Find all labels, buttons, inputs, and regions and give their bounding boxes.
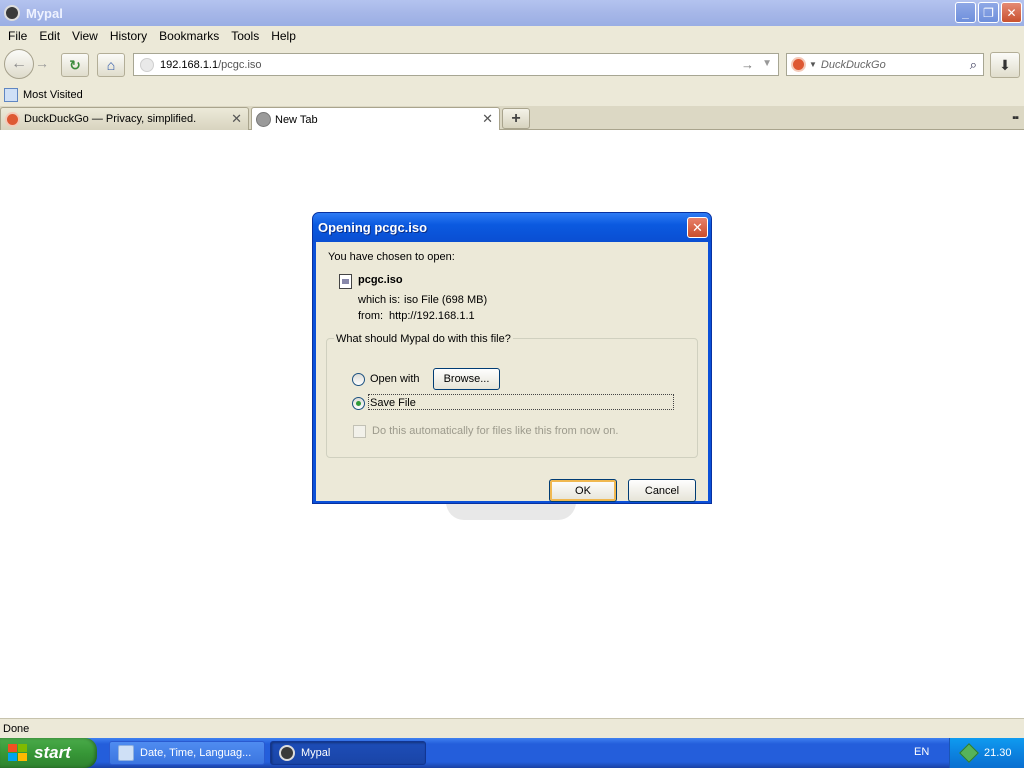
search-placeholder: DuckDuckGo — [820, 58, 886, 71]
menu-help[interactable]: Help — [265, 29, 302, 43]
from-label: from: — [358, 310, 384, 322]
menu-bar: File Edit View History Bookmarks Tools H… — [0, 26, 1024, 46]
new-tab-button[interactable]: + — [502, 108, 530, 129]
window-title: Mypal — [26, 5, 63, 21]
language-indicator[interactable]: EN — [914, 746, 929, 758]
reload-icon: ↻ — [69, 56, 81, 73]
dialog-close-button[interactable]: ✕ — [687, 217, 708, 238]
duckduckgo-icon — [5, 111, 20, 127]
tab-label: DuckDuckGo — Privacy, simplified. — [24, 113, 197, 125]
mypal-icon — [279, 745, 295, 761]
bookmark-folder-icon — [4, 88, 18, 102]
tab-strip: DuckDuckGo — Privacy, simplified. ✕ New … — [0, 106, 1024, 131]
tab-label: New Tab — [275, 113, 318, 126]
auto-action-label: Do this automatically for files like thi… — [372, 425, 619, 437]
downloads-button[interactable]: ⬇ — [990, 52, 1020, 78]
window-titlebar: Mypal _ ❐ ✕ — [0, 0, 1024, 26]
dialog-body: You have chosen to open: pcgc.iso which … — [316, 242, 708, 502]
taskbar-item-label: Mypal — [301, 747, 331, 759]
start-button[interactable]: start — [0, 738, 97, 768]
tab-new-tab[interactable]: New Tab ✕ — [251, 107, 500, 131]
file-icon — [339, 274, 352, 289]
navigation-toolbar: ← → ↻ ⌂ 192.168.1.1/pcgc.iso → ▼ ▼ DuckD… — [0, 46, 1024, 84]
dialog-title: Opening pcgc.iso — [318, 220, 428, 235]
browse-button[interactable]: Browse... — [433, 368, 500, 390]
restore-button[interactable]: ❐ — [978, 2, 999, 23]
home-icon: ⌂ — [106, 57, 116, 73]
control-panel-icon — [118, 745, 134, 761]
bookmark-most-visited[interactable]: Most Visited — [23, 89, 83, 101]
which-is-label: which is: — [358, 294, 401, 306]
clock[interactable]: 21.30 — [984, 747, 1012, 759]
plus-icon: + — [511, 109, 521, 127]
open-with-radio[interactable] — [352, 373, 365, 386]
duckduckgo-icon[interactable] — [791, 57, 806, 72]
network-icon[interactable] — [959, 743, 979, 763]
forward-button[interactable]: → — [35, 55, 49, 71]
minimize-button[interactable]: _ — [955, 2, 976, 23]
mypal-icon — [4, 5, 20, 21]
list-all-tabs-icon[interactable]: ▪▪ — [1012, 112, 1019, 124]
file-name: pcgc.iso — [358, 274, 403, 286]
tab-duckduckgo[interactable]: DuckDuckGo — Privacy, simplified. ✕ — [0, 107, 249, 130]
taskbar-item-label: Date, Time, Languag... — [140, 747, 252, 759]
status-bar: Done — [0, 718, 1024, 738]
page-background-graphic — [446, 502, 576, 520]
save-file-radio[interactable] — [352, 397, 365, 410]
site-identity-icon[interactable] — [140, 57, 154, 72]
home-button[interactable]: ⌂ — [97, 53, 125, 77]
status-text: Done — [3, 722, 30, 735]
file-type-value: iso File (698 MB) — [404, 294, 488, 306]
download-icon: ⬇ — [999, 56, 1011, 73]
history-dropdown-icon[interactable]: ▼ — [762, 58, 772, 69]
address-bar[interactable]: 192.168.1.1/pcgc.iso → ▼ — [133, 53, 779, 76]
taskbar: start Date, Time, Languag... Mypal EN 21… — [0, 738, 1024, 768]
close-icon: ✕ — [692, 219, 703, 235]
globe-icon — [256, 112, 271, 127]
menu-history[interactable]: History — [104, 29, 153, 43]
auto-action-checkbox[interactable] — [353, 425, 366, 438]
menu-view[interactable]: View — [66, 29, 104, 43]
close-button[interactable]: ✕ — [1001, 2, 1022, 23]
start-label: start — [34, 743, 71, 762]
search-icon[interactable]: ⌕ — [970, 57, 977, 73]
menu-file[interactable]: File — [2, 29, 33, 43]
go-arrow-icon[interactable]: → — [741, 57, 754, 72]
ok-button[interactable]: OK — [549, 479, 617, 502]
search-bar[interactable]: ▼ DuckDuckGo ⌕ — [786, 53, 984, 76]
download-dialog: Opening pcgc.iso ✕ You have chosen to op… — [312, 212, 712, 504]
reload-button[interactable]: ↻ — [61, 53, 89, 77]
action-question: What should Mypal do with this file? — [334, 333, 513, 345]
taskbar-item-mypal[interactable]: Mypal — [270, 741, 426, 765]
source-url-value: http://192.168.1.1 — [389, 310, 475, 322]
tab-close-icon[interactable]: ✕ — [231, 111, 242, 127]
back-arrow-icon: ← — [11, 55, 27, 72]
menu-bookmarks[interactable]: Bookmarks — [153, 29, 225, 43]
windows-logo-icon — [8, 744, 28, 762]
system-tray: 21.30 — [949, 738, 1024, 768]
dialog-intro: You have chosen to open: — [328, 251, 455, 263]
window-controls: _ ❐ ✕ — [955, 2, 1022, 23]
cancel-button[interactable]: Cancel — [628, 479, 696, 502]
tab-close-icon[interactable]: ✕ — [482, 111, 493, 127]
taskbar-item-date-time[interactable]: Date, Time, Languag... — [109, 741, 265, 765]
open-with-label[interactable]: Open with — [370, 373, 420, 385]
save-file-label[interactable]: Save File — [370, 397, 416, 409]
url-path: /pcgc.iso — [218, 58, 262, 71]
engine-dropdown-icon[interactable]: ▼ — [809, 60, 817, 69]
url-host: 192.168.1.1 — [160, 58, 219, 71]
menu-tools[interactable]: Tools — [225, 29, 265, 43]
menu-edit[interactable]: Edit — [33, 29, 66, 43]
back-button[interactable]: ← — [4, 49, 34, 79]
bookmarks-toolbar: Most Visited — [0, 84, 1024, 106]
dialog-titlebar: Opening pcgc.iso ✕ — [313, 213, 711, 242]
